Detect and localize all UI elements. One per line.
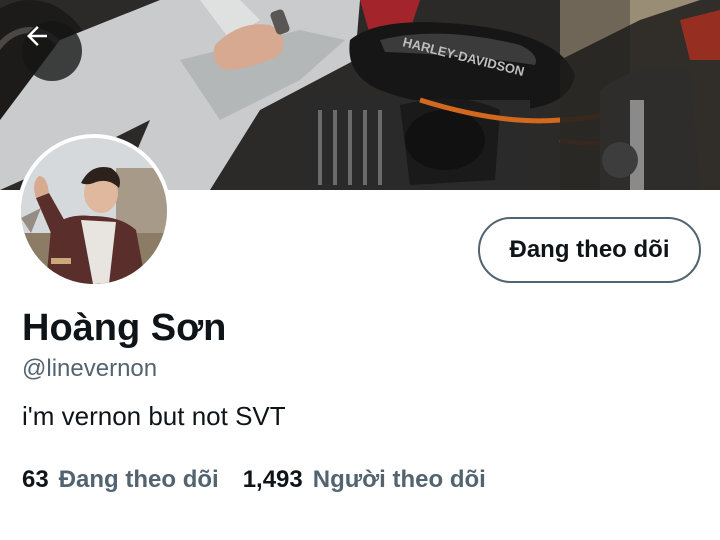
followers-label: Người theo dõi: [312, 466, 486, 493]
profile-handle: @linevernon: [22, 355, 158, 382]
following-button-label: Đang theo dõi: [509, 236, 670, 263]
following-button[interactable]: Đang theo dõi: [478, 217, 701, 283]
following-count: 63: [22, 466, 49, 493]
avatar-photo: [21, 138, 167, 284]
arrow-left-icon: [27, 26, 47, 46]
followers-count: 1,493: [242, 466, 303, 493]
back-button[interactable]: [22, 21, 82, 81]
following-label: Đang theo dõi: [58, 466, 219, 493]
profile-page: HARLEY-DAVIDSON Đang theo dõi Hoàng Sơn …: [0, 0, 720, 540]
profile-avatar[interactable]: [17, 134, 171, 288]
profile-bio: i'm vernon but not SVT: [22, 401, 286, 431]
following-count-link[interactable]: 63 Đang theo dõi: [22, 465, 219, 495]
profile-display-name: Hoàng Sơn: [22, 307, 227, 349]
followers-count-link[interactable]: 1,493 Người theo dõi: [243, 465, 486, 495]
profile-stats: 63 Đang theo dõi 1,493 Người theo dõi: [22, 465, 486, 495]
avatar-photo-illustration: [21, 138, 167, 284]
